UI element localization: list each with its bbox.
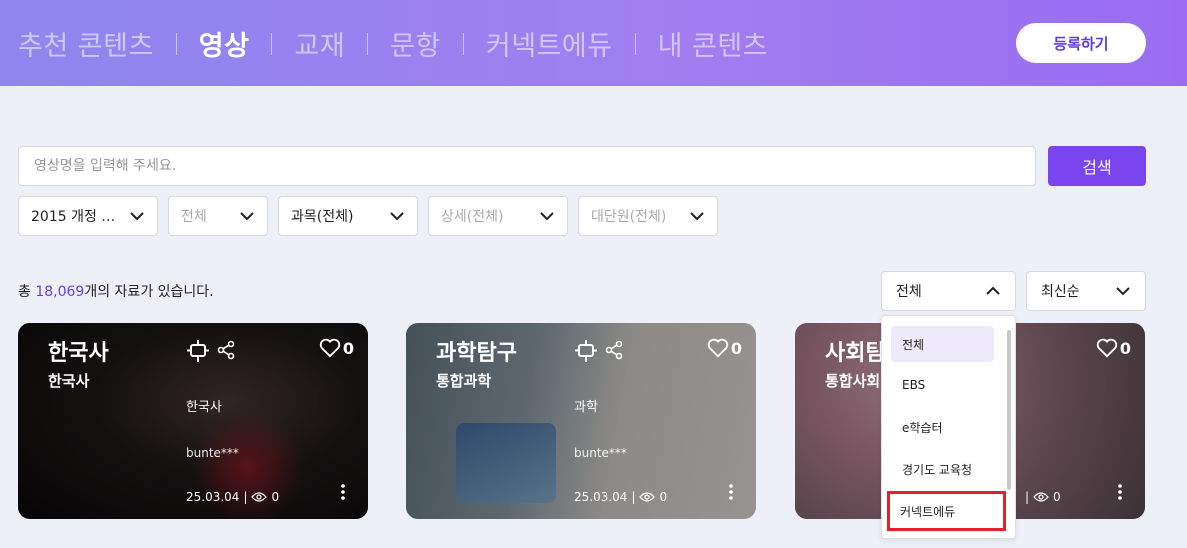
chevron-up-icon xyxy=(986,286,1000,295)
like-button[interactable]: 0 xyxy=(319,338,354,358)
filter-label: 대단원(전체) xyxy=(591,209,667,225)
search-input[interactable] xyxy=(18,146,1036,186)
card-title: 사회탐 xyxy=(825,341,886,366)
card-author: bunte*** xyxy=(574,446,627,460)
more-icon[interactable] xyxy=(1117,483,1123,501)
top-header: 추천 콘텐츠 영상 교재 문항 커넥트에듀 내 콘텐츠 등록하기 xyxy=(0,0,1187,86)
search-button[interactable]: 검색 xyxy=(1048,146,1146,186)
heart-icon xyxy=(707,338,729,358)
chevron-down-icon xyxy=(540,212,554,221)
count-prefix: 총 xyxy=(18,284,36,300)
card-views: 0 xyxy=(271,490,280,504)
meta-divider: | xyxy=(243,490,248,504)
result-count: 총 18,069개의 자료가 있습니다. xyxy=(18,281,214,301)
card-views: 0 xyxy=(659,490,668,504)
filter-curriculum[interactable]: 2015 개정 … xyxy=(18,196,158,236)
chevron-down-icon xyxy=(240,212,254,221)
nav-my-content[interactable]: 내 콘텐츠 xyxy=(658,24,768,63)
filter-subject[interactable]: 과목(전체) xyxy=(278,196,418,236)
meta-divider: | xyxy=(631,490,636,504)
menu-item-gyeonggi[interactable]: 경기도 교육청 xyxy=(891,451,994,487)
card-meta: 25.03.04 | 0 xyxy=(574,490,667,504)
chevron-down-icon xyxy=(1116,287,1130,296)
meta-divider: | xyxy=(1025,490,1030,504)
menu-item-ebs[interactable]: EBS xyxy=(891,367,994,403)
card-tag: 한국사 xyxy=(186,400,222,415)
order-select-value: 최신순 xyxy=(1041,284,1080,300)
nav-divider xyxy=(175,32,177,55)
card-subject: 한국사 xyxy=(48,372,90,390)
like-button[interactable]: 0 xyxy=(1096,338,1131,358)
main-nav: 추천 콘텐츠 영상 교재 문항 커넥트에듀 내 콘텐츠 xyxy=(18,24,768,63)
menu-item-all[interactable]: 전체 xyxy=(891,326,994,362)
content-card[interactable]: 과학탐구 통합과학 0 과학 bunte*** 25.03.04 | 0 xyxy=(406,323,756,519)
more-icon[interactable] xyxy=(728,483,734,501)
nav-divider xyxy=(462,32,464,55)
chevron-down-icon xyxy=(690,212,704,221)
card-subject: 통합과학 xyxy=(436,372,492,390)
nav-questions[interactable]: 문항 xyxy=(390,24,441,63)
count-number: 18,069 xyxy=(35,284,85,300)
card-date: 25.03.04 xyxy=(574,490,628,504)
eye-icon xyxy=(639,492,656,502)
card-views: 0 xyxy=(1053,490,1061,504)
card-meta: 25.03.04 | 0 xyxy=(186,490,279,504)
heart-icon xyxy=(1096,338,1118,358)
filter-unit[interactable]: 대단원(전체) xyxy=(578,196,718,236)
nav-recommended[interactable]: 추천 콘텐츠 xyxy=(18,24,154,63)
card-meta: | 0 xyxy=(1025,490,1061,504)
menu-item-connectedu[interactable]: 커넥트에듀 xyxy=(887,491,1006,531)
filter-grade[interactable]: 전체 xyxy=(168,196,268,236)
video-type-icon xyxy=(187,340,209,362)
heart-icon xyxy=(319,338,341,358)
card-author: bunte*** xyxy=(186,446,239,460)
more-icon[interactable] xyxy=(340,483,346,501)
card-title: 과학탐구 xyxy=(436,341,517,366)
like-count: 0 xyxy=(730,338,742,358)
video-type-icon xyxy=(575,340,597,362)
share-icon[interactable] xyxy=(217,340,235,360)
chevron-down-icon xyxy=(390,212,404,221)
nav-connectedu[interactable]: 커넥트에듀 xyxy=(486,24,613,63)
card-date: 25.03.04 xyxy=(186,490,240,504)
source-select[interactable]: 전체 xyxy=(881,271,1016,311)
eye-icon xyxy=(1033,492,1049,502)
source-select-value: 전체 xyxy=(896,284,922,300)
like-count: 0 xyxy=(342,338,354,358)
chevron-down-icon xyxy=(130,212,144,221)
nav-textbook[interactable]: 교재 xyxy=(294,24,345,63)
source-dropdown-menu: 전체 EBS e학습터 경기도 교육청 커넥트에듀 xyxy=(881,315,1016,539)
order-select[interactable]: 최신순 xyxy=(1026,271,1146,311)
menu-item-elearning[interactable]: e학습터 xyxy=(891,409,994,445)
share-icon[interactable] xyxy=(605,340,623,360)
menu-scrollbar[interactable] xyxy=(1007,330,1011,490)
eye-icon xyxy=(251,492,268,502)
like-count: 0 xyxy=(1119,338,1131,358)
nav-divider xyxy=(634,32,636,55)
like-button[interactable]: 0 xyxy=(707,338,742,358)
filter-detail[interactable]: 상세(전체) xyxy=(428,196,568,236)
count-suffix: 개의 자료가 있습니다. xyxy=(84,284,214,300)
filter-label: 상세(전체) xyxy=(441,209,504,225)
card-tag: 과학 xyxy=(574,400,598,415)
card-title: 한국사 xyxy=(48,341,109,366)
nav-video[interactable]: 영상 xyxy=(199,24,250,63)
filter-label: 과목(전체) xyxy=(291,209,354,225)
nav-divider xyxy=(367,32,369,55)
card-subject: 통합사회 xyxy=(825,372,881,390)
content-card[interactable]: 한국사 한국사 0 한국사 bunte*** 25.03.04 | 0 xyxy=(18,323,368,519)
nav-divider xyxy=(271,32,273,55)
filter-label: 전체 xyxy=(181,209,207,225)
filter-label: 2015 개정 … xyxy=(31,209,116,225)
register-button[interactable]: 등록하기 xyxy=(1016,23,1146,63)
